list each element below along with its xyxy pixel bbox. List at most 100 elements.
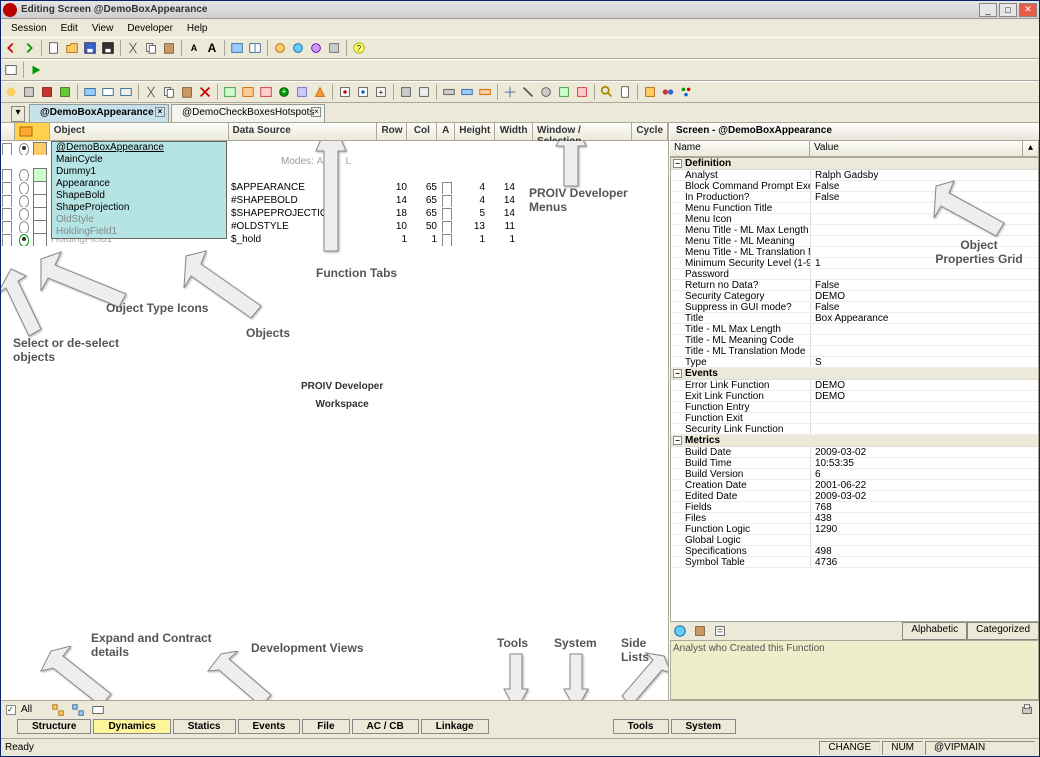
- select-checkbox[interactable]: [2, 195, 12, 207]
- tool-c-icon[interactable]: [308, 40, 324, 56]
- tab-button-arrows[interactable]: ▾: [11, 106, 25, 122]
- property-row[interactable]: TypeS: [671, 357, 1038, 368]
- header-winsel[interactable]: Window / Selection: [533, 123, 632, 140]
- property-value[interactable]: 768: [811, 502, 1038, 512]
- t3-3-icon[interactable]: [39, 84, 55, 100]
- menu-view[interactable]: View: [86, 22, 120, 35]
- property-row[interactable]: Build Date2009-03-02: [671, 447, 1038, 458]
- row-radio[interactable]: [19, 208, 29, 220]
- properties-header-name[interactable]: Name: [670, 141, 810, 156]
- t3-k2-icon[interactable]: [520, 84, 536, 100]
- window1-icon[interactable]: [229, 40, 245, 56]
- detail-icon[interactable]: [90, 702, 106, 718]
- property-row[interactable]: Files438: [671, 513, 1038, 524]
- viewtab-file[interactable]: File: [302, 719, 349, 734]
- a-checkbox[interactable]: [442, 195, 452, 207]
- viewtab-statics[interactable]: Statics: [173, 719, 236, 734]
- row-radio[interactable]: [19, 234, 29, 246]
- property-row[interactable]: Title - ML Max Length: [671, 324, 1038, 335]
- property-value[interactable]: Ralph Gadsby: [811, 170, 1038, 180]
- a-checkbox[interactable]: [442, 182, 452, 194]
- list-item[interactable]: ShapeProjection: [52, 202, 226, 214]
- close-button[interactable]: ✕: [1019, 3, 1037, 17]
- t3-m2-icon[interactable]: [660, 84, 676, 100]
- menu-help[interactable]: Help: [181, 22, 214, 35]
- property-row[interactable]: Block Command Prompt ExecutionFalse: [671, 181, 1038, 192]
- t3-h1-icon[interactable]: [337, 84, 353, 100]
- property-value[interactable]: Box Appearance: [811, 313, 1038, 323]
- property-value[interactable]: S: [811, 357, 1038, 367]
- copy-icon[interactable]: [143, 40, 159, 56]
- t3-j2-icon[interactable]: [459, 84, 475, 100]
- list-item[interactable]: Dummy1: [52, 166, 226, 178]
- globe-icon[interactable]: [672, 623, 688, 639]
- t3-j1-icon[interactable]: [441, 84, 457, 100]
- property-value[interactable]: [811, 214, 1038, 224]
- property-row[interactable]: Security CategoryDEMO: [671, 291, 1038, 302]
- property-row[interactable]: Password: [671, 269, 1038, 280]
- row-radio[interactable]: [19, 143, 29, 155]
- cut-icon[interactable]: [125, 40, 141, 56]
- t3-del-icon[interactable]: [197, 84, 213, 100]
- property-row[interactable]: Function Logic1290: [671, 524, 1038, 535]
- property-value[interactable]: [811, 203, 1038, 213]
- tool-b-icon[interactable]: [290, 40, 306, 56]
- select-checkbox[interactable]: [2, 169, 12, 181]
- property-row[interactable]: Global Logic: [671, 535, 1038, 546]
- t3-5-icon[interactable]: [82, 84, 98, 100]
- header-object[interactable]: Object: [50, 123, 229, 140]
- header-row[interactable]: Row: [377, 123, 407, 140]
- property-value[interactable]: [811, 269, 1038, 279]
- property-value[interactable]: False: [811, 181, 1038, 191]
- t3-4-icon[interactable]: [57, 84, 73, 100]
- back-icon[interactable]: [3, 40, 19, 56]
- viewtab-system[interactable]: System: [671, 719, 737, 734]
- property-row[interactable]: Creation Date2001-06-22: [671, 480, 1038, 491]
- select-checkbox[interactable]: [2, 234, 12, 246]
- list-item[interactable]: ShapeBold: [52, 190, 226, 202]
- t3-i2-icon[interactable]: [416, 84, 432, 100]
- header-height[interactable]: Height: [455, 123, 495, 140]
- property-row[interactable]: Function Entry: [671, 402, 1038, 413]
- t3-1-icon[interactable]: [3, 84, 19, 100]
- property-value[interactable]: False: [811, 280, 1038, 290]
- t3-cut-icon[interactable]: [143, 84, 159, 100]
- close-tab-icon[interactable]: ×: [311, 107, 321, 117]
- menu-developer[interactable]: Developer: [121, 22, 179, 35]
- t3-h2-icon[interactable]: [355, 84, 371, 100]
- t3-g5-icon[interactable]: [294, 84, 310, 100]
- viewtab-linkage[interactable]: Linkage: [421, 719, 489, 734]
- property-value[interactable]: 438: [811, 513, 1038, 523]
- property-row[interactable]: Fields768: [671, 502, 1038, 513]
- save-all-icon[interactable]: [100, 40, 116, 56]
- header-width[interactable]: Width: [495, 123, 533, 140]
- property-value[interactable]: [811, 402, 1038, 412]
- t3-7-icon[interactable]: [118, 84, 134, 100]
- viewtab-events[interactable]: Events: [238, 719, 301, 734]
- property-row[interactable]: AnalystRalph Gadsby: [671, 170, 1038, 181]
- close-tab-icon[interactable]: ×: [155, 107, 165, 117]
- property-row[interactable]: Suppress in GUI mode?False: [671, 302, 1038, 313]
- tool-a-icon[interactable]: [272, 40, 288, 56]
- property-row[interactable]: Minimum Security Level (1-9)1: [671, 258, 1038, 269]
- list-item[interactable]: MainCycle: [52, 154, 226, 166]
- font-inc-icon[interactable]: A: [204, 40, 220, 56]
- viewtab-accb[interactable]: AC / CB: [352, 719, 419, 734]
- property-value[interactable]: 10:53:35: [811, 458, 1038, 468]
- property-value[interactable]: DEMO: [811, 291, 1038, 301]
- scroll-up-icon[interactable]: ▴: [1023, 141, 1039, 156]
- select-checkbox[interactable]: [2, 182, 12, 194]
- property-value[interactable]: False: [811, 302, 1038, 312]
- property-row[interactable]: Menu Function Title: [671, 203, 1038, 214]
- maximize-button[interactable]: □: [999, 3, 1017, 17]
- property-value[interactable]: 498: [811, 546, 1038, 556]
- list-icon[interactable]: [712, 623, 728, 639]
- header-icon[interactable]: [15, 123, 50, 140]
- property-value[interactable]: [811, 247, 1038, 257]
- t3-paste-icon[interactable]: [179, 84, 195, 100]
- row-radio[interactable]: [19, 221, 29, 233]
- property-value[interactable]: [811, 225, 1038, 235]
- window2-icon[interactable]: [247, 40, 263, 56]
- t3-h3-icon[interactable]: +: [373, 84, 389, 100]
- alphabetic-button[interactable]: Alphabetic: [902, 622, 967, 640]
